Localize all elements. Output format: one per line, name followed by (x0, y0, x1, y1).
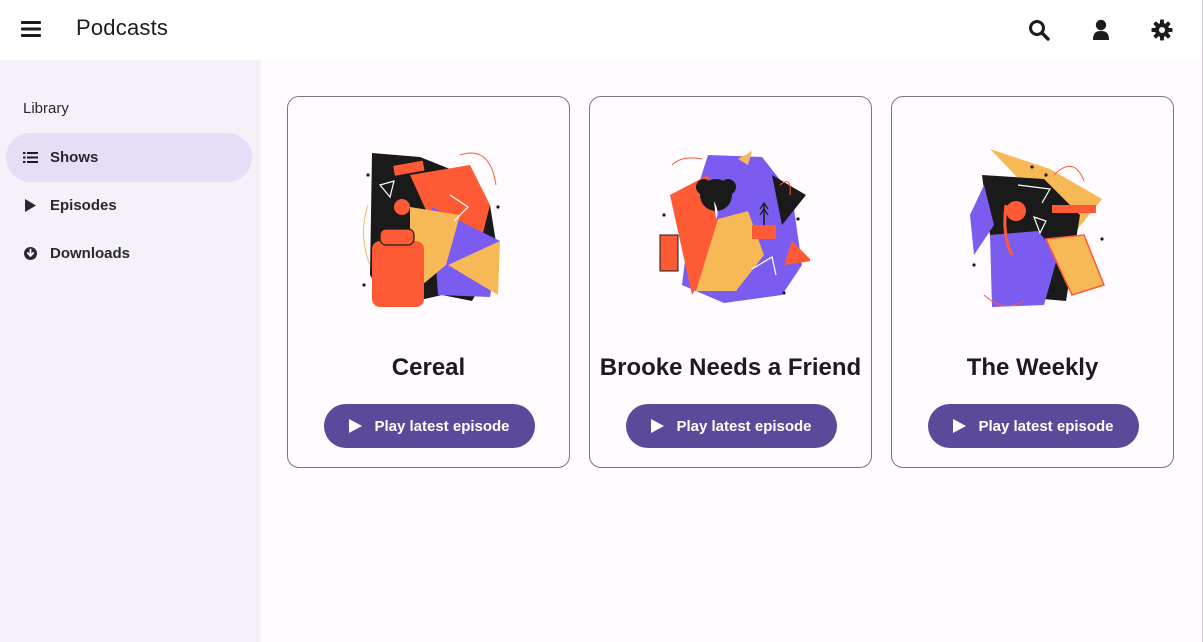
nav-item-shows[interactable]: Shows (6, 133, 252, 182)
settings-icon[interactable] (1149, 17, 1175, 43)
search-icon[interactable] (1026, 17, 1052, 43)
play-latest-episode-button[interactable]: Play latest episode (626, 404, 837, 448)
top-app-bar: Podcasts (0, 0, 1203, 60)
play-icon (651, 419, 665, 433)
nav-item-label: Downloads (50, 245, 131, 262)
nav-item-downloads[interactable]: Downloads (6, 229, 252, 278)
play-latest-episode-button[interactable]: Play latest episode (324, 404, 535, 448)
download-icon (24, 247, 37, 260)
button-label: Play latest episode (374, 417, 510, 435)
show-card[interactable]: Cereal Play latest episode (287, 96, 570, 468)
button-label: Play latest episode (676, 417, 812, 435)
nav-item-label: Episodes (50, 197, 117, 214)
menu-icon[interactable] (19, 17, 43, 41)
show-title: Cereal (391, 354, 466, 381)
play-latest-episode-button[interactable]: Play latest episode (928, 404, 1139, 448)
show-artwork (659, 151, 810, 303)
play-icon (25, 199, 36, 212)
play-icon (953, 419, 967, 433)
show-title: Brooke Needs a Friend (599, 354, 862, 381)
show-title: The Weekly (966, 354, 1099, 381)
show-card[interactable]: The Weekly Play latest episode (891, 96, 1174, 468)
play-icon (349, 419, 363, 433)
nav-item-episodes[interactable]: Episodes (6, 181, 252, 230)
app-title: Podcasts (76, 15, 169, 40)
account-icon[interactable] (1088, 17, 1114, 43)
nav-item-label: Shows (50, 149, 99, 166)
navigation-drawer: Library Shows Episodes Downloads (0, 60, 261, 642)
show-card[interactable]: Brooke Needs a Friend Play latest episod… (589, 96, 872, 468)
button-label: Play latest episode (978, 417, 1114, 435)
library-heading: Library (23, 100, 69, 117)
list-icon (23, 152, 38, 163)
show-artwork (970, 149, 1105, 307)
show-artwork (362, 152, 500, 307)
